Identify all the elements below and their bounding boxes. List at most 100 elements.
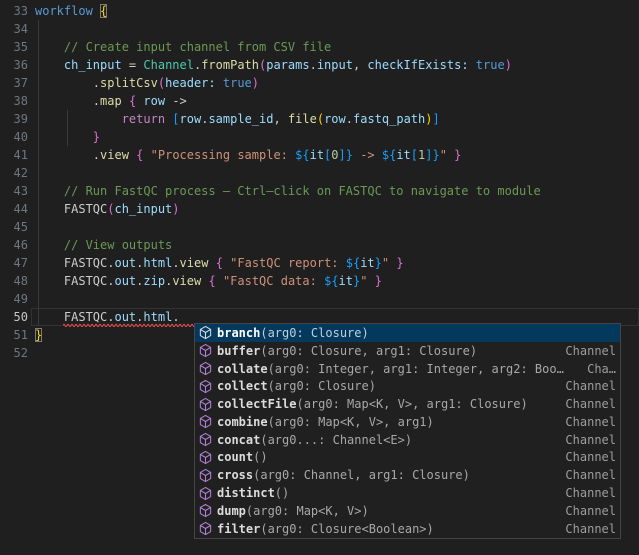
code-text: FASTQC(ch_input) [28, 200, 180, 218]
code-token: { [216, 256, 223, 270]
code-text: // Run FastQC process – Ctrl–click on FA… [28, 182, 541, 200]
code-token: row [180, 112, 202, 126]
suggestion-item-dump[interactable]: dump(arg0: Map<K, V>)Channel [195, 502, 620, 520]
suggestion-signature: () [275, 486, 289, 500]
code-line[interactable]: 49 [0, 290, 639, 308]
code-line[interactable]: 40 } [0, 128, 639, 146]
code-token: ) [505, 58, 512, 72]
code-token: { [208, 274, 215, 288]
suggestion-name: concat [217, 433, 260, 447]
suggestion-name: cross [217, 468, 253, 482]
code-line[interactable]: 42 [0, 164, 639, 182]
code-token: [ [172, 112, 179, 126]
code-line[interactable]: 46 // View outputs [0, 236, 639, 254]
code-line[interactable]: 45 [0, 218, 639, 236]
suggestion-signature: (arg0: Map<K, V>, arg1) [268, 415, 434, 429]
suggestion-detail: Channel [559, 395, 616, 413]
suggestion-name: collate [217, 362, 268, 376]
suggestion-item-combine[interactable]: combine(arg0: Map<K, V>, arg1)Channel [195, 413, 620, 431]
suggestion-label: count() [217, 448, 268, 466]
code-token: ch_input [64, 58, 122, 72]
code-token: checkIfExists: [367, 58, 468, 72]
code-token: it [360, 256, 374, 270]
code-token: row [143, 94, 165, 108]
suggest-widget[interactable]: branch(arg0: Closure)buffer(arg0: Closur… [194, 323, 621, 539]
code-token: , [273, 112, 287, 126]
suggestion-item-branch[interactable]: branch(arg0: Closure) [195, 324, 620, 342]
code-token: splitCsv [100, 76, 158, 90]
code-token: FASTQC [35, 202, 107, 216]
symbol-method-icon [198, 486, 213, 501]
line-number: 45 [0, 218, 28, 236]
suggestion-item-distinct[interactable]: distinct()Channel [195, 484, 620, 502]
code-token: 0 [331, 148, 338, 162]
symbol-method-icon [198, 450, 213, 465]
code-token: view [172, 274, 201, 288]
code-line[interactable]: 43 // Run FastQC process – Ctrl–click on… [0, 182, 639, 200]
code-token: out [114, 256, 136, 270]
code-line[interactable]: 44 FASTQC(ch_input) [0, 200, 639, 218]
suggestion-detail: Channel [559, 484, 616, 502]
suggestion-detail: Channel [559, 502, 616, 520]
code-area[interactable]: 33workflow {3435 // Create input channel… [0, 2, 639, 362]
symbol-method-icon [198, 325, 213, 340]
code-token [143, 148, 150, 162]
line-number: 49 [0, 290, 28, 308]
suggestion-detail: Channel [559, 342, 616, 360]
code-token: } [375, 274, 382, 288]
suggestion-detail: Channel [559, 448, 616, 466]
suggestion-name: buffer [217, 344, 260, 358]
code-line[interactable]: 38 .map { row -> [0, 92, 639, 110]
code-token: FASTQC. [35, 256, 114, 270]
suggestion-label: buffer(arg0: Closure, arg1: Closure) [217, 342, 477, 360]
code-token: , [353, 58, 367, 72]
code-line[interactable]: 36 ch_input = Channel.fromPath(params.in… [0, 56, 639, 74]
suggestion-detail: Cha… [581, 360, 616, 378]
code-token [35, 40, 64, 54]
suggestion-label: collate(arg0: Integer, arg1: Integer, ar… [217, 360, 564, 378]
suggestion-item-buffer[interactable]: buffer(arg0: Closure, arg1: Closure) Chan… [195, 342, 620, 360]
suggestion-label: collect(arg0: Closure) [217, 377, 376, 395]
suggestion-label: filter(arg0: Closure<Boolean>) [217, 520, 434, 538]
suggestion-signature: (arg0: Closure) [260, 326, 368, 340]
suggestion-label: cross(arg0: Channel, arg1: Closure) [217, 466, 470, 484]
suggestion-item-concat[interactable]: concat(arg0...: Channel<E>)Channel [195, 431, 620, 449]
code-token: params [266, 58, 309, 72]
suggestion-name: combine [217, 415, 268, 429]
code-token: ) [252, 76, 259, 90]
suggestion-item-collectFile[interactable]: collectFile(arg0: Map<K, V>, arg1: Closu… [195, 395, 620, 413]
symbol-method-icon [198, 343, 213, 358]
code-editor[interactable]: 33workflow {3435 // Create input channel… [0, 0, 639, 555]
code-line[interactable]: 35 // Create input channel from CSV file [0, 38, 639, 56]
code-token: FASTQC. [35, 274, 114, 288]
code-line[interactable]: 37 .splitCsv(header: true) [0, 74, 639, 92]
code-line[interactable]: 34 [0, 20, 639, 38]
code-token: fastq_path [353, 112, 425, 126]
suggestion-item-cross[interactable]: cross(arg0: Channel, arg1: Closure)Chann… [195, 466, 620, 484]
suggestion-item-collect[interactable]: collect(arg0: Closure) Channel [195, 377, 620, 395]
code-line[interactable]: 47 FASTQC.out.html.view { "FastQC report… [0, 254, 639, 272]
suggestion-item-filter[interactable]: filter(arg0: Closure<Boolean>)Channel [195, 520, 620, 538]
suggestion-signature: (arg0: Map<K, V>) [246, 504, 369, 518]
symbol-method-icon [198, 361, 213, 376]
suggestion-label: collectFile(arg0: Map<K, V>, arg1: Closu… [217, 395, 528, 413]
code-token [35, 238, 64, 252]
code-line[interactable]: 39 return [row.sample_id, file(row.fastq… [0, 110, 639, 128]
suggestion-item-collate[interactable]: collate(arg0: Integer, arg1: Integer, ar… [195, 360, 620, 378]
code-token: true [223, 76, 252, 90]
code-token [35, 112, 122, 126]
code-token [122, 94, 129, 108]
code-token: . [35, 94, 100, 108]
code-token: ) [172, 202, 179, 216]
code-text: } [28, 128, 100, 146]
code-line[interactable]: 48 FASTQC.out.zip.view { "FastQC data: $… [0, 272, 639, 290]
code-line[interactable]: 41 .view { "Processing sample: ${it[0]} … [0, 146, 639, 164]
code-token: "FastQC data: [223, 274, 324, 288]
symbol-method-icon [198, 432, 213, 447]
suggestion-detail: Channel [559, 377, 616, 395]
code-line[interactable]: 33workflow { [0, 2, 639, 20]
suggestion-item-count[interactable]: count() Channel [195, 449, 620, 467]
code-token: ( [317, 112, 324, 126]
code-token: "Processing sample: [151, 148, 296, 162]
code-text: FASTQC.out.zip.view { "FastQC data: ${it… [28, 272, 382, 290]
